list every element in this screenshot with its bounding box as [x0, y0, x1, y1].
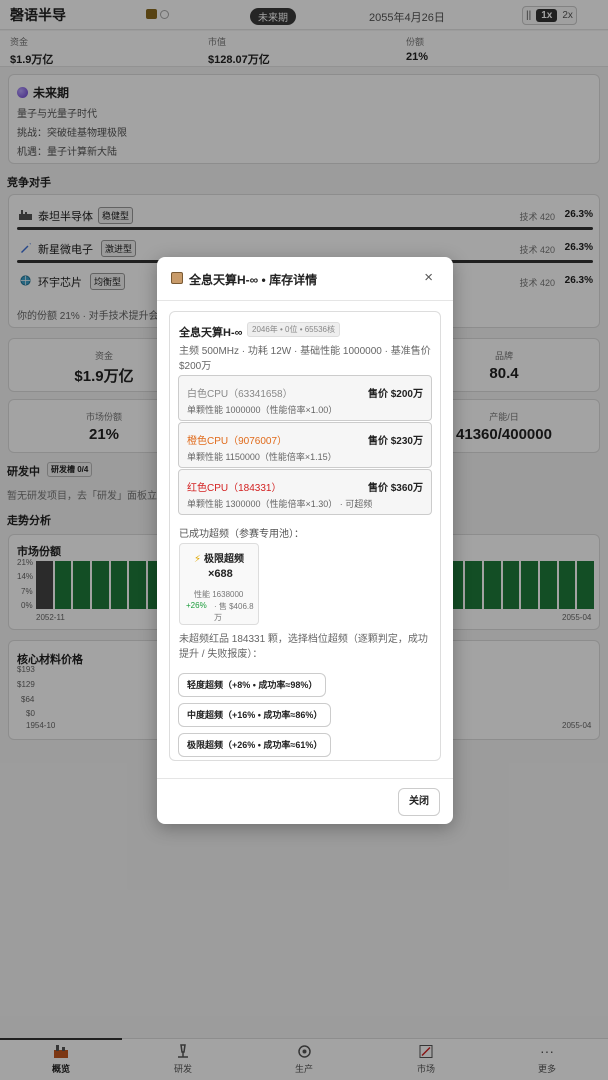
product-spec: 主频 500MHz · 功耗 12W · 基础性能 1000000 · 基准售价…	[179, 346, 431, 372]
oc-price: · 售 $406.8万	[214, 602, 254, 622]
grade-perf: 单颗性能 1150000（性能倍率×1.15）	[187, 452, 337, 462]
close-button[interactable]: 关闭	[398, 788, 440, 816]
grade-orange: 橙色CPU（9076007） 售价 $230万 单颗性能 1150000（性能倍…	[178, 422, 432, 468]
product-panel: 全息天算H-∞ 2046年 • 0位 • 65536核 主频 500MHz · …	[169, 311, 441, 761]
extreme-overclock-button[interactable]: 极限超频（+26% • 成功率≈61%）	[178, 733, 332, 757]
modal-title: 全息天算H-∞ • 库存详情	[189, 273, 318, 287]
chip-icon	[171, 272, 183, 284]
lightning-icon: ⚡	[194, 554, 202, 565]
oc-success-label: 已成功超频（参赛专用池）：	[179, 529, 304, 540]
grade-name: 橙色CPU（9076007）	[187, 436, 288, 447]
oc-title: 极限超频	[204, 554, 245, 565]
light-overclock-button[interactable]: 轻度超频（+8% • 成功率≈98%）	[178, 673, 327, 697]
grade-white: 白色CPU（63341658） 售价 $200万 单颗性能 1000000（性能…	[178, 375, 432, 421]
grade-price: 售价 $200万	[367, 389, 423, 400]
overclock-result-card: ⚡ 极限超频 ×688 性能 1638000 +26% · 售 $406.8万	[179, 543, 259, 625]
product-badge: 2046年 • 0位 • 65536核	[247, 322, 340, 337]
grade-price: 售价 $360万	[367, 483, 423, 494]
grade-perf: 单颗性能 1000000（性能倍率×1.00）	[187, 405, 338, 415]
grade-name: 白色CPU（63341658）	[187, 389, 293, 400]
grade-red: 红色CPU（184331） 售价 $360万 单颗性能 1300000（性能倍率…	[178, 469, 432, 515]
grade-perf: 单颗性能 1300000（性能倍率×1.30） · 可超频	[187, 499, 373, 509]
modal-footer: 关闭	[157, 778, 453, 824]
oc-note: 未超频红品 184331 颗，选择档位超频（逐颗判定，成功提升 / 失败报废）：	[179, 634, 428, 660]
oc-count: ×688	[208, 568, 233, 580]
grade-name: 红色CPU（184331）	[187, 483, 282, 494]
modal-header: 全息天算H-∞ • 库存详情 ×	[157, 257, 453, 301]
medium-overclock-button[interactable]: 中度超频（+16% • 成功率≈86%）	[178, 703, 332, 727]
grade-price: 售价 $230万	[367, 436, 423, 447]
inventory-modal: 全息天算H-∞ • 库存详情 × 全息天算H-∞ 2046年 • 0位 • 65…	[157, 257, 453, 824]
oc-bonus: +26%	[186, 601, 207, 610]
product-name: 全息天算H-∞	[179, 327, 243, 339]
close-icon[interactable]: ×	[424, 269, 433, 286]
oc-perf: 性能 1638000	[194, 590, 244, 599]
